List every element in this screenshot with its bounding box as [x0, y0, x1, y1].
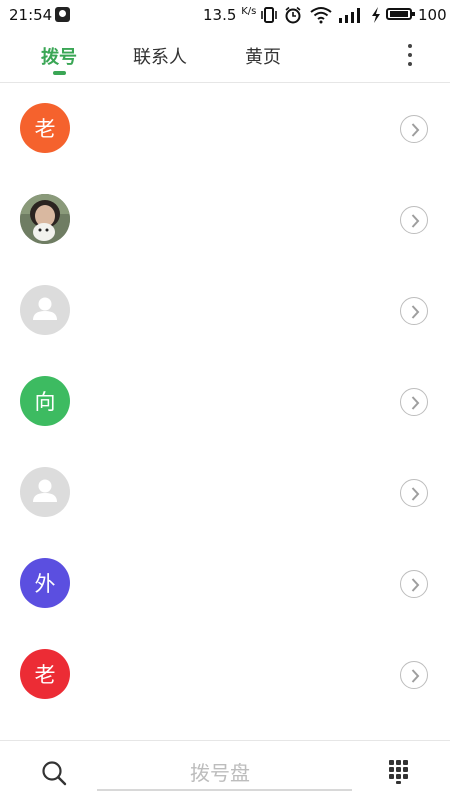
- signal-icon: [339, 8, 360, 23]
- list-item[interactable]: [0, 265, 450, 356]
- notification-icon: [55, 7, 70, 22]
- chevron-right-icon[interactable]: [400, 297, 428, 325]
- list-item[interactable]: 向: [0, 356, 450, 447]
- vibrate-icon: [261, 7, 277, 23]
- list-item[interactable]: 外: [0, 538, 450, 629]
- avatar: 外: [20, 558, 70, 608]
- search-icon[interactable]: [40, 759, 68, 787]
- avatar-placeholder: [20, 285, 70, 335]
- status-bar: 21:54 13.5 K/s 100: [0, 0, 450, 30]
- tab-bar: 拨号 联系人 黄页: [0, 30, 450, 83]
- alarm-icon: [285, 6, 301, 24]
- chevron-right-icon[interactable]: [400, 388, 428, 416]
- bottom-bar: 拨号盘: [0, 740, 450, 801]
- dialpad-icon[interactable]: [387, 760, 411, 784]
- chevron-right-icon[interactable]: [400, 206, 428, 234]
- status-time: 21:54: [9, 6, 53, 24]
- battery-icon: [386, 8, 415, 20]
- tab-indicator: [53, 71, 66, 75]
- list-item[interactable]: 老: [0, 83, 450, 174]
- battery-percent: 100: [418, 6, 447, 24]
- chevron-right-icon[interactable]: [400, 661, 428, 689]
- dialpad-button[interactable]: 拨号盘: [190, 757, 250, 786]
- avatar: 向: [20, 376, 70, 426]
- list-item[interactable]: [0, 174, 450, 265]
- network-speed: 13.5 K/s: [203, 6, 257, 24]
- list-item[interactable]: 老: [0, 629, 450, 720]
- more-options-icon[interactable]: [400, 42, 420, 70]
- wifi-icon: [310, 7, 332, 24]
- tab-yellow-pages[interactable]: 黄页: [245, 43, 281, 69]
- person-icon: [33, 297, 57, 320]
- avatar-photo: [20, 194, 70, 244]
- chevron-right-icon[interactable]: [400, 115, 428, 143]
- dialpad-underline: [97, 789, 352, 791]
- tab-contacts[interactable]: 联系人: [133, 43, 187, 69]
- charging-icon: [372, 7, 380, 23]
- tab-dialer[interactable]: 拨号: [41, 43, 77, 69]
- list-item[interactable]: [0, 447, 450, 538]
- chevron-right-icon[interactable]: [400, 479, 428, 507]
- chevron-right-icon[interactable]: [400, 570, 428, 598]
- avatar: 老: [20, 649, 70, 699]
- person-icon: [33, 479, 57, 502]
- avatar: 老: [20, 103, 70, 153]
- avatar-placeholder: [20, 467, 70, 517]
